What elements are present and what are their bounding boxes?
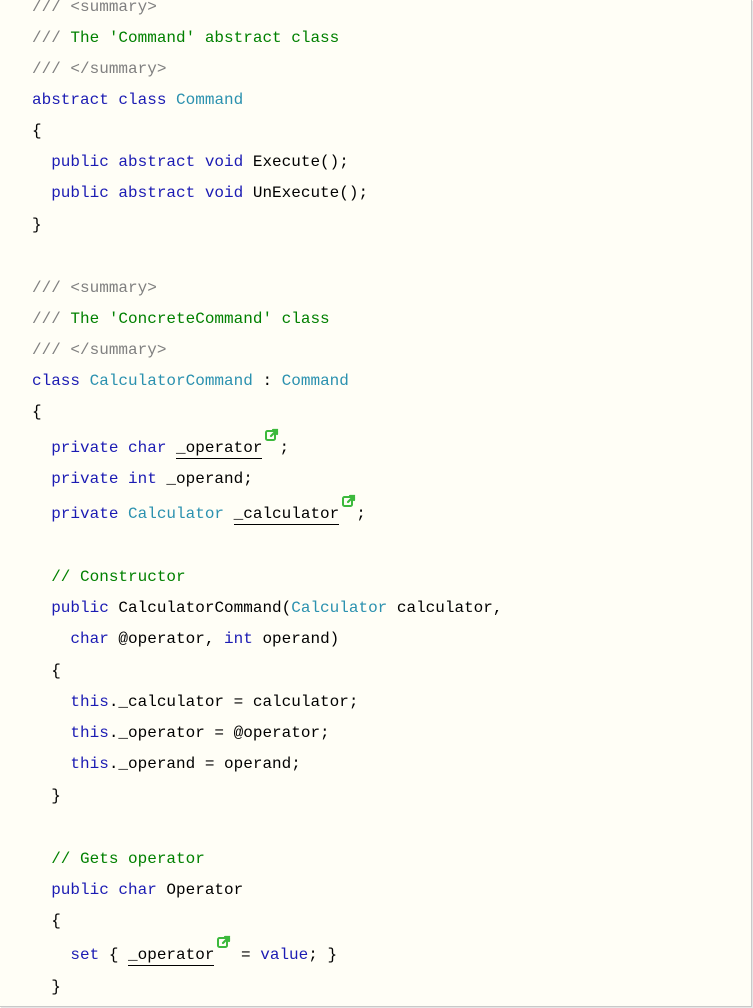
symbol-link[interactable]: _operator	[128, 945, 215, 966]
code-token: private	[32, 505, 129, 523]
code-line: /// <summary>	[32, 0, 157, 19]
code-line: /// </summary>	[32, 57, 166, 81]
code-line: }	[32, 784, 61, 808]
code-token: this	[32, 693, 109, 711]
code-line: }	[32, 213, 42, 237]
code-token: CalculatorCommand	[89, 372, 253, 390]
code-token: CalculatorCommand(	[118, 599, 292, 617]
code-token: Calculator	[291, 599, 388, 617]
code-token: this	[32, 755, 109, 773]
code-line: class CalculatorCommand : Command	[32, 369, 349, 393]
code-line: /// <summary>	[32, 276, 157, 300]
symbol-link[interactable]: _operator	[176, 438, 263, 459]
code-token: class	[32, 372, 90, 390]
code-line: /// The 'Command' abstract class	[32, 26, 339, 50]
code-line: // Gets operator	[32, 847, 205, 871]
code-line: this._operand = operand;	[32, 752, 301, 776]
code-token: private int	[32, 470, 167, 488]
code-token: char	[32, 630, 119, 648]
code-token: this	[32, 724, 109, 742]
code-line: /// The 'ConcreteCommand' class	[32, 307, 330, 331]
code-token: {	[32, 403, 42, 421]
code-token: ///	[32, 341, 71, 359]
code-token: ///	[32, 0, 71, 16]
code-token: The 'Command' abstract class	[70, 29, 340, 47]
external-link-icon[interactable]	[265, 426, 279, 441]
code-token: }	[32, 978, 61, 996]
code-token: UnExecute();	[252, 184, 369, 202]
code-token: ;	[279, 439, 290, 457]
code-line: }	[32, 975, 61, 999]
code-token: Command	[281, 372, 349, 390]
code-line: char @operator, int operand)	[32, 627, 339, 651]
code-token: // Gets operator	[32, 850, 205, 868]
code-token: }	[32, 787, 61, 805]
code-token: <summary>	[70, 279, 157, 297]
code-token: value	[260, 946, 309, 964]
code-token: calculator,	[387, 599, 503, 617]
code-line: abstract class Command	[32, 88, 243, 112]
code-token: public abstract void	[32, 153, 253, 171]
code-token: Calculator	[128, 505, 234, 523]
code-line: private Calculator _calculator;	[32, 494, 366, 526]
code-token: Execute();	[252, 153, 349, 171]
code-line: public abstract void Execute();	[32, 150, 349, 174]
code-line: {	[32, 909, 61, 933]
code-token: </summary>	[70, 341, 167, 359]
code-token: ; }	[308, 946, 338, 964]
code-line: // Constructor	[32, 565, 186, 589]
code-line: public char Operator	[32, 878, 243, 902]
code-token: </summary>	[70, 60, 167, 78]
code-token: private char	[32, 439, 177, 457]
code-token: int	[224, 630, 263, 648]
code-token: set	[32, 946, 109, 964]
code-line: {	[32, 119, 42, 143]
code-line: {	[32, 659, 61, 683]
code-token: Command	[176, 91, 244, 109]
code-token: ///	[32, 60, 71, 78]
code-token: public char	[32, 881, 167, 899]
code-token: ///	[32, 279, 71, 297]
code-line: {	[32, 400, 42, 424]
code-token: ._operator = @operator;	[108, 724, 330, 742]
code-token: <summary>	[70, 0, 157, 16]
code-token: {	[32, 912, 61, 930]
code-token: public	[32, 599, 119, 617]
code-token: {	[32, 662, 61, 680]
code-token: ._calculator = calculator;	[108, 693, 359, 711]
code-token: operand)	[262, 630, 340, 648]
code-token: The 'ConcreteCommand' class	[70, 310, 330, 328]
code-line: this._operator = @operator;	[32, 721, 330, 745]
symbol-link[interactable]: _calculator	[233, 504, 340, 525]
code-line: public abstract void UnExecute();	[32, 181, 368, 205]
code-line: this._calculator = calculator;	[32, 690, 358, 714]
code-line: public CalculatorCommand(Calculator calc…	[32, 596, 502, 620]
code-token: ._operand = operand;	[108, 755, 301, 773]
code-line: private int _operand;	[32, 467, 253, 491]
code-token: @operator,	[118, 630, 225, 648]
code-line: private char _operator;	[32, 428, 290, 460]
external-link-icon[interactable]	[217, 933, 231, 948]
code-token: abstract class	[32, 91, 177, 109]
code-token: // Constructor	[32, 568, 186, 586]
code-token: :	[252, 372, 282, 390]
code-token: Operator	[166, 881, 244, 899]
code-line: /// </summary>	[32, 338, 166, 362]
code-token: ;	[356, 505, 366, 523]
code-line: set { _operator = value; }	[32, 935, 338, 967]
code-token: }	[32, 216, 42, 234]
code-token: ///	[32, 310, 71, 328]
external-link-icon[interactable]	[342, 492, 356, 507]
code-token: _operand;	[166, 470, 253, 488]
code-token: public abstract void	[32, 184, 253, 202]
code-token: ///	[32, 29, 71, 47]
code-token: =	[231, 946, 261, 964]
code-token: {	[108, 946, 129, 964]
code-token: {	[32, 122, 42, 140]
